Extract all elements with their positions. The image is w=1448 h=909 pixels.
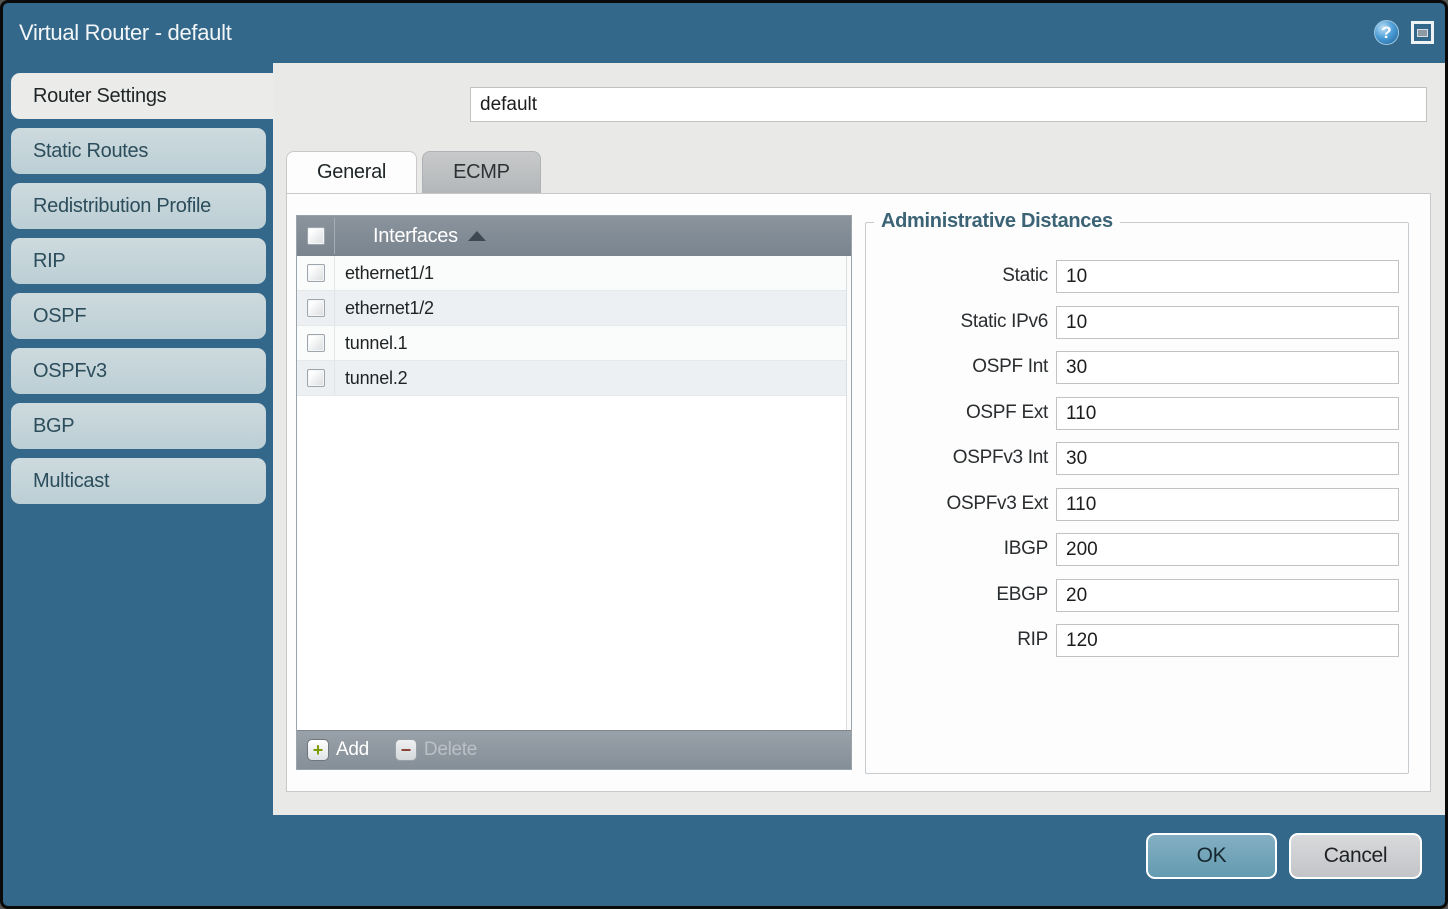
cancel-button[interactable]: Cancel [1289,833,1422,879]
sidebar-item-label: BGP [33,415,74,438]
sidebar-item-label: RIP [33,250,65,273]
row-checkbox[interactable] [307,264,325,282]
sidebar-item-bgp[interactable]: BGP [11,403,266,449]
add-button[interactable]: + Add [307,739,369,761]
ospf-int-label: OSPF Int [868,356,1048,378]
add-button-label: Add [336,739,369,761]
interfaces-column-header[interactable]: Interfaces [297,216,851,256]
sidebar-item-label: OSPFv3 [33,360,107,383]
content-area: Name General ECMP Interfaces [273,63,1445,815]
table-row[interactable]: tunnel.1 [297,326,851,361]
title-bar: Virtual Router - default ? [3,3,1445,63]
interfaces-list: ethernet1/1 ethernet1/2 tunnel.1 [297,256,851,730]
sidebar-item-ospf[interactable]: OSPF [11,293,266,339]
ok-button[interactable]: OK [1146,833,1277,879]
tab-label: ECMP [453,161,510,184]
sort-ascending-icon [468,231,486,241]
form-row: Static [866,260,1408,293]
sidebar-item-label: Static Routes [33,140,148,163]
ospfv3-int-input[interactable] [1056,442,1399,475]
maximize-icon-inner [1417,29,1428,37]
interface-name: tunnel.1 [345,333,407,354]
sidebar-item-label: Router Settings [33,85,166,108]
form-row: IBGP [866,533,1408,566]
table-footer: + Add − Delete [297,730,851,769]
dialog-footer: OK Cancel [3,809,1445,906]
form-row: OSPF Int [866,351,1408,384]
select-all-checkbox[interactable] [307,227,325,245]
form-row: OSPF Ext [866,397,1408,430]
table-row[interactable]: tunnel.2 [297,361,851,396]
interfaces-table: Interfaces ethernet1/1 ethernet1/2 [296,215,852,770]
form-row: Static IPv6 [866,306,1408,339]
static-label: Static [868,265,1048,287]
plus-glyph: + [313,741,324,759]
sidebar-item-redistribution-profile[interactable]: Redistribution Profile [11,183,266,229]
sidebar-item-multicast[interactable]: Multicast [11,458,266,504]
column-separator [334,326,335,360]
ebgp-input[interactable] [1056,579,1399,612]
fieldset-legend: Administrative Distances [874,210,1120,233]
ibgp-input[interactable] [1056,533,1399,566]
sidebar: Router Settings Static Routes Redistribu… [11,73,273,513]
form-row: OSPFv3 Ext [866,488,1408,521]
ospf-ext-label: OSPF Ext [868,402,1048,424]
dialog-title: Virtual Router - default [19,20,232,46]
ebgp-label: EBGP [868,584,1048,606]
interface-name: tunnel.2 [345,368,407,389]
plus-icon: + [307,739,329,761]
tab-ecmp[interactable]: ECMP [422,151,541,193]
table-scrollbar[interactable] [846,256,851,730]
help-glyph: ? [1381,23,1391,43]
sidebar-item-label: OSPF [33,305,86,328]
static-ipv6-input[interactable] [1056,306,1399,339]
interface-name: ethernet1/1 [345,263,434,284]
row-checkbox[interactable] [307,299,325,317]
ospf-ext-input[interactable] [1056,397,1399,430]
help-icon[interactable]: ? [1374,20,1399,45]
form-row: RIP [866,624,1408,657]
tab-label: General [317,161,386,184]
delete-button-label: Delete [424,739,477,761]
ibgp-label: IBGP [868,538,1048,560]
ospfv3-ext-label: OSPFv3 Ext [868,493,1048,515]
sidebar-item-router-settings[interactable]: Router Settings [11,73,273,119]
ospfv3-int-label: OSPFv3 Int [868,447,1048,469]
row-checkbox[interactable] [307,334,325,352]
row-checkbox[interactable] [307,369,325,387]
column-separator [334,361,335,395]
rip-label: RIP [868,629,1048,651]
form-row: EBGP [866,579,1408,612]
tab-general[interactable]: General [286,151,417,193]
column-separator [334,256,335,290]
static-ipv6-label: Static IPv6 [868,311,1048,333]
column-separator [334,291,335,325]
interfaces-header-label: Interfaces [373,225,458,248]
rip-input[interactable] [1056,624,1399,657]
general-tab-panel: Interfaces ethernet1/1 ethernet1/2 [286,193,1431,792]
maximize-icon[interactable] [1411,21,1434,44]
ospfv3-ext-input[interactable] [1056,488,1399,521]
administrative-distances-fieldset: Administrative Distances Static Static I… [865,222,1409,774]
delete-button[interactable]: − Delete [395,739,477,761]
column-separator [334,218,335,254]
tab-strip: General ECMP [286,151,541,193]
virtual-router-dialog: Virtual Router - default ? Router Settin… [0,0,1448,909]
interface-name: ethernet1/2 [345,298,434,319]
name-input[interactable] [470,87,1427,122]
form-row: OSPFv3 Int [866,442,1408,475]
minus-glyph: − [401,741,412,759]
table-row[interactable]: ethernet1/1 [297,256,851,291]
ospf-int-input[interactable] [1056,351,1399,384]
sidebar-item-static-routes[interactable]: Static Routes [11,128,266,174]
static-input[interactable] [1056,260,1399,293]
sidebar-item-label: Redistribution Profile [33,195,211,218]
sidebar-item-rip[interactable]: RIP [11,238,266,284]
sidebar-item-label: Multicast [33,470,109,493]
sidebar-item-ospfv3[interactable]: OSPFv3 [11,348,266,394]
table-row[interactable]: ethernet1/2 [297,291,851,326]
minus-icon: − [395,739,417,761]
